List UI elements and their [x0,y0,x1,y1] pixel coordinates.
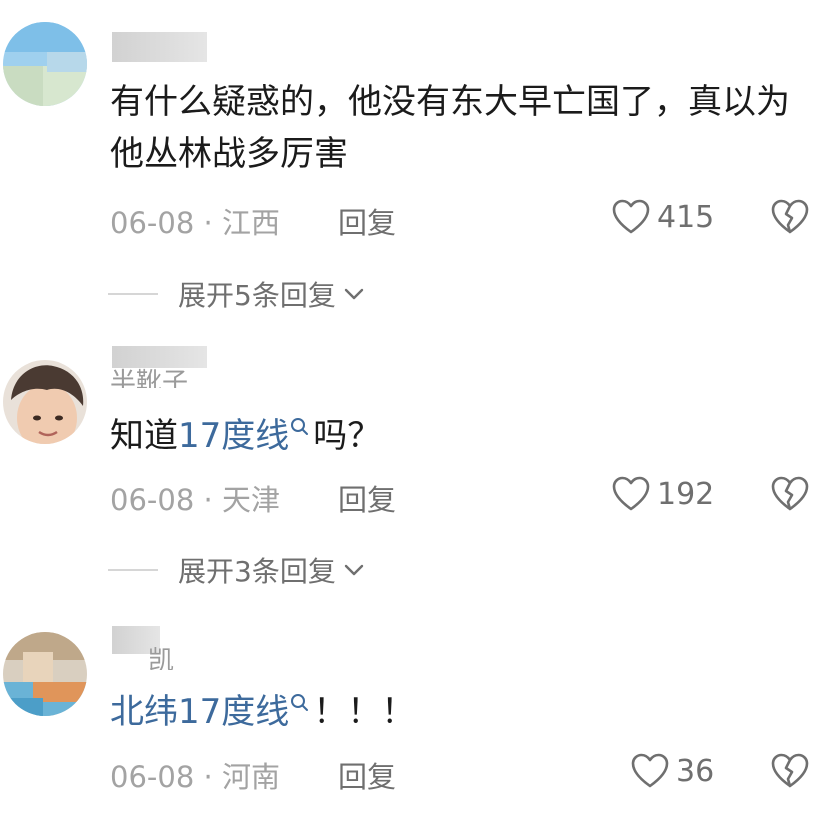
heart-outline-icon [612,199,650,234]
search-link[interactable]: 17度线 [178,416,313,456]
comment-text: 有什么疑惑的，他没有东大早亡国了，真以为他丛林战多厉害 [110,76,810,180]
comment-location: 河南 [221,760,280,794]
reply-button[interactable]: 回复 [338,754,396,796]
search-mark-icon [291,418,309,435]
avatar[interactable] [3,632,87,716]
search-link-text: 北纬17度线 [110,692,290,732]
dislike-button[interactable] [770,752,810,794]
search-mark-icon [291,694,309,711]
comment-meta: 06-08 · 天津 [110,477,280,519]
reply-button[interactable]: 回复 [338,200,396,242]
expand-replies-button[interactable]: 展开5条回复 [108,274,366,314]
comment-location: 江西 [221,206,280,240]
expand-label: 展开5条回复 [178,279,336,312]
heart-outline-icon [631,753,669,788]
meta-separator: · [203,760,222,794]
like-count: 415 [657,199,715,235]
username[interactable]: 凯 [148,640,174,670]
like-button[interactable]: 415 [611,198,714,236]
dislike-button[interactable] [770,198,810,240]
expand-replies-button[interactable]: 展开3条回复 [108,550,366,590]
comment-meta: 06-08 · 河南 [110,754,280,796]
heart-outline-icon [612,476,650,511]
comment-text: 北纬17度线 ！！！ [110,686,810,738]
broken-heart-icon [771,199,809,234]
chevron-down-icon [344,288,364,300]
chevron-down-icon [344,564,364,576]
comment-text: 知道17度线 吗？ [110,410,810,462]
avatar[interactable] [3,22,87,106]
dislike-button[interactable] [770,475,810,517]
search-link-text: 17度线 [178,416,290,456]
like-count: 192 [657,476,715,512]
meta-separator: · [203,206,222,240]
comment-date: 06-08 [110,760,195,794]
username-redacted [112,32,207,62]
expand-divider [108,569,158,571]
broken-heart-icon [771,476,809,511]
like-count: 36 [676,753,715,789]
like-button[interactable]: 36 [630,752,714,790]
comment-text-before: 知道 [110,416,178,456]
search-link[interactable]: 北纬17度线 [110,692,313,732]
comment-text-after: 吗？ [313,416,382,456]
expand-divider [108,293,158,295]
reply-button[interactable]: 回复 [338,477,396,519]
comment-meta: 06-08 · 江西 [110,200,280,242]
broken-heart-icon [771,753,809,788]
comment-text-after: ！！！ [313,692,416,732]
meta-separator: · [203,483,222,517]
username[interactable]: 半靴子 [110,362,188,388]
like-button[interactable]: 192 [611,475,714,513]
comment-text-body: 有什么疑惑的，他没有东大早亡国了，真以为他丛林战多厉害 [110,82,790,174]
expand-label: 展开3条回复 [178,555,336,588]
comment-date: 06-08 [110,483,195,517]
comment-location: 天津 [221,483,280,517]
avatar[interactable] [3,360,87,444]
comment-date: 06-08 [110,206,195,240]
